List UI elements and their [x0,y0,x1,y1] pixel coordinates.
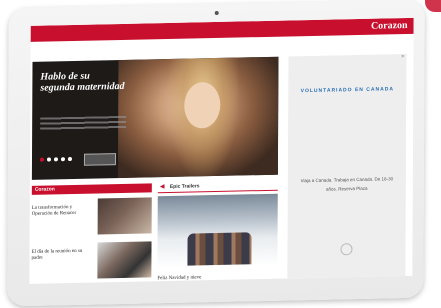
list-item[interactable]: El día de la reunión en su padre [31,241,152,282]
article-title[interactable]: El día de la reunión en su padre [31,249,91,262]
corner-logo-icon [425,0,441,12]
brand-logo[interactable]: Corazon [371,20,408,33]
left-news-column: Corazon La transformación y Operación de… [31,183,152,284]
ad-sidebar[interactable]: × VOLUNTARIADO EN CANADA Viaja a Canada.… [287,54,407,279]
close-icon[interactable]: × [401,54,405,60]
tablet-screen: Corazon Hablo de su segunda maternidad ×… [29,17,414,284]
tablet-device: Corazon Hablo de su segunda maternidad ×… [7,0,425,307]
people-photo-shape [187,232,252,266]
chevron-left-icon[interactable]: ◀ [160,183,165,190]
section-header-label: Epic Trailers [169,183,200,190]
section-header-label: Corazon [34,186,55,193]
carousel-dot[interactable] [60,157,65,162]
section-header: ◀ Epic Trailers [157,180,278,194]
stage: Corazon Hablo de su segunda maternidad ×… [0,0,441,308]
camera-icon [214,10,219,16]
article-photo[interactable] [97,197,152,235]
hero-carousel[interactable]: Hablo de su segunda maternidad [31,56,279,180]
middle-news-column: ◀ Epic Trailers Feliz Navidad y nieve [157,180,278,281]
hero-title[interactable]: Hablo de su segunda maternidad [40,70,126,94]
carousel-dots[interactable] [39,157,72,162]
ad-text: Viaja a Canada. Trabaja en Canada. De 18… [300,176,394,192]
feature-title[interactable]: Feliz Navidad y nieve [157,275,201,281]
top-brand-bar: Corazon [30,17,414,42]
list-item[interactable]: La transformación y Operación de Renacer [32,197,152,238]
carousel-dot[interactable] [46,157,51,162]
article-photo[interactable] [97,241,152,279]
carousel-dot[interactable] [39,157,44,162]
hero-subtitle [40,115,127,132]
carousel-dot[interactable] [53,157,58,162]
section-header-bar: Corazon [31,183,152,195]
carousel-dot[interactable] [67,157,72,162]
ad-circle-icon[interactable] [340,243,353,256]
article-title[interactable]: La transformación y Operación de Renacer [32,205,92,218]
ad-title[interactable]: VOLUNTARIADO EN CANADA [296,84,398,96]
carousel-thumbnail[interactable] [83,153,117,166]
feature-photo[interactable] [157,193,278,269]
